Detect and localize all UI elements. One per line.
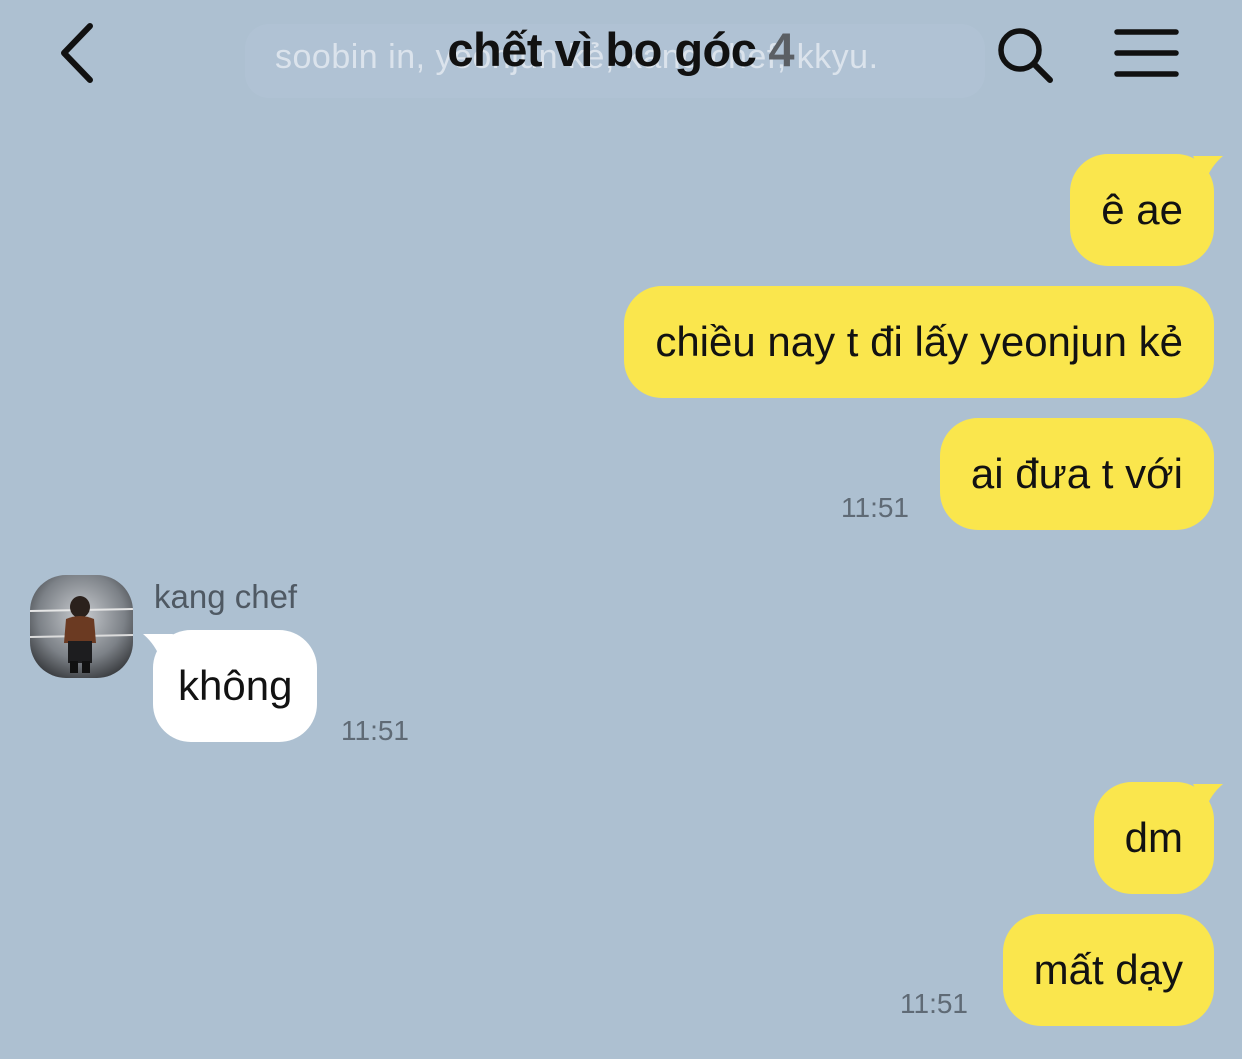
members-preview-pill[interactable]: soobin in, yeonjun kẻ, kang chef, kkyu. — [245, 24, 985, 98]
outgoing-message-bubble[interactable]: chiều nay t đi lấy yeonjun kẻ — [624, 286, 1214, 398]
bubble-tail — [1193, 156, 1223, 182]
incoming-message-bubble[interactable]: không — [143, 630, 318, 742]
message-timestamp: 11:51 — [341, 715, 409, 746]
bubble-tail — [1193, 784, 1223, 810]
avatar[interactable] — [30, 575, 133, 678]
message-timestamp: 11:51 — [900, 988, 968, 1019]
bubble-tail — [143, 634, 173, 660]
message-text: ê ae — [1101, 186, 1183, 233]
search-icon — [998, 28, 1053, 83]
chat-screen: soobin in, yeonjun kẻ, kang chef, kkyu. … — [0, 0, 1242, 1059]
outgoing-message-bubble[interactable]: dm — [1093, 782, 1223, 894]
message-text: không — [178, 662, 293, 709]
outgoing-message-bubble[interactable]: ê ae — [1070, 154, 1223, 266]
outgoing-message-bubble[interactable]: mất dạy — [1002, 914, 1214, 1026]
search-button[interactable] — [992, 22, 1058, 88]
chevron-left-icon — [61, 23, 93, 83]
back-button[interactable] — [52, 18, 112, 88]
message-timestamp: 11:51 — [841, 492, 909, 523]
message-text: ai đưa t với — [970, 450, 1183, 497]
members-preview-text: soobin in, yeonjun kẻ, kang chef, kkyu. — [275, 38, 879, 76]
message-text: dm — [1124, 814, 1183, 861]
chat-header: soobin in, yeonjun kẻ, kang chef, kkyu. … — [0, 0, 1242, 110]
menu-button[interactable] — [1112, 24, 1182, 84]
message-text: mất dạy — [1033, 946, 1183, 993]
hamburger-menu-icon — [1114, 29, 1179, 77]
outgoing-message-bubble[interactable]: ai đưa t với — [939, 418, 1214, 530]
sender-name: kang chef — [154, 578, 298, 615]
profile-photo — [30, 575, 133, 678]
message-text: chiều nay t đi lấy yeonjun kẻ — [655, 318, 1183, 365]
